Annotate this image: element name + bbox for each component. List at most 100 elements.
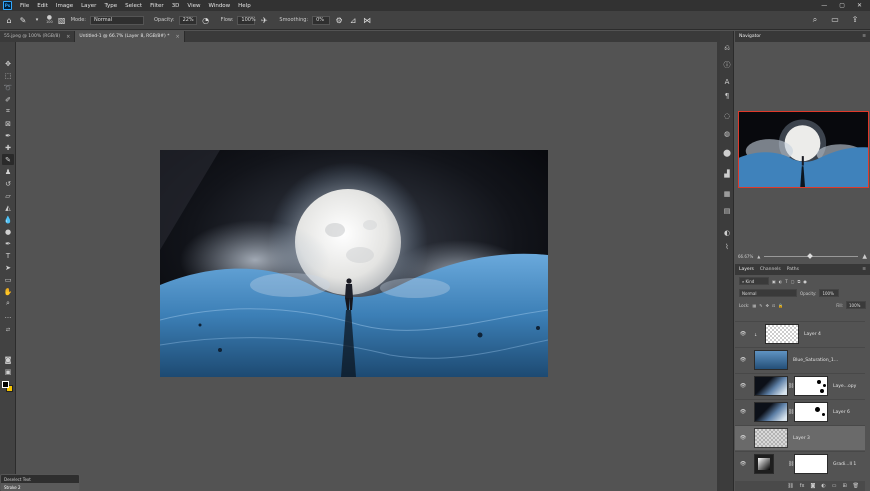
opacity-field[interactable]: 22% bbox=[178, 15, 197, 25]
info-panel-icon[interactable]: ⓘ bbox=[721, 60, 733, 70]
color-panel-icon[interactable]: ◍ bbox=[721, 129, 733, 139]
document-canvas[interactable] bbox=[160, 150, 548, 377]
zoom-in-icon[interactable]: ▲ bbox=[862, 253, 867, 260]
filter-type-icon[interactable]: T bbox=[785, 279, 787, 284]
rectangle-tool-icon[interactable]: ▭ bbox=[2, 274, 14, 285]
layer-opacity-field[interactable]: 100% bbox=[819, 289, 840, 297]
close-icon[interactable]: × bbox=[175, 34, 179, 40]
share-icon[interactable]: ⇪ bbox=[850, 15, 860, 25]
clone-stamp-tool-icon[interactable]: ♟ bbox=[2, 166, 14, 177]
lock-artboard-icon[interactable]: ⊡ bbox=[772, 303, 775, 308]
layer-name[interactable]: Blue_Saturation_1... bbox=[793, 358, 838, 363]
menu-edit[interactable]: Edit bbox=[33, 3, 52, 9]
screen-mode-icon[interactable]: ▣ bbox=[2, 366, 14, 377]
more-tools-icon[interactable]: ··· bbox=[2, 312, 14, 323]
visibility-eye-icon[interactable]: 👁 bbox=[738, 331, 748, 337]
healing-brush-tool-icon[interactable]: ✚ bbox=[2, 142, 14, 153]
layer-name[interactable]: Layer 6 bbox=[833, 410, 850, 415]
maximize-icon[interactable]: ▢ bbox=[839, 2, 845, 9]
layer-mask-thumbnail[interactable] bbox=[794, 376, 828, 396]
lock-all-icon[interactable]: 🔒 bbox=[778, 303, 783, 308]
swatches-panel-icon[interactable]: ⬤ bbox=[721, 148, 733, 158]
history-panel-icon[interactable]: ⎌ bbox=[721, 43, 733, 53]
filter-pixel-icon[interactable]: ▣ bbox=[772, 279, 776, 284]
styles-panel-icon[interactable]: ◐ bbox=[721, 228, 733, 238]
minimize-icon[interactable]: — bbox=[821, 2, 827, 9]
tab-navigator[interactable]: Navigator bbox=[739, 34, 761, 39]
adjustment-layer-icon[interactable]: ◐ bbox=[821, 483, 825, 489]
symmetry-icon[interactable]: ⋈ bbox=[362, 16, 372, 25]
layer-filter-select[interactable]: ⌕ Kind bbox=[739, 277, 769, 285]
mode-select[interactable]: Normal bbox=[90, 15, 144, 25]
move-tool-icon[interactable]: ✥ bbox=[2, 58, 14, 69]
menu-view[interactable]: View bbox=[183, 3, 204, 9]
tab-paths[interactable]: Paths bbox=[787, 267, 799, 272]
crop-tool-icon[interactable]: ⌗ bbox=[2, 106, 14, 117]
history-item[interactable]: Deselect Text bbox=[1, 475, 79, 483]
history-item-selected[interactable]: Stroke 2 bbox=[1, 483, 79, 491]
visibility-eye-icon[interactable]: 👁 bbox=[738, 383, 748, 389]
close-icon[interactable]: × bbox=[66, 34, 70, 40]
adjustments-panel-icon[interactable]: ▤ bbox=[721, 206, 733, 216]
brush-tool-icon[interactable]: ✎ bbox=[2, 154, 14, 165]
dodge-tool-icon[interactable]: ● bbox=[2, 226, 14, 237]
tab-55-jpeg[interactable]: 55.jpeg @ 100% (RGB/8) × bbox=[0, 31, 76, 42]
quick-select-tool-icon[interactable]: ✐ bbox=[2, 94, 14, 105]
layer-row[interactable]: 👁 Blue_Saturation_1... bbox=[735, 347, 865, 372]
link-layers-icon[interactable]: ⛓ bbox=[787, 483, 793, 489]
canvas-area[interactable] bbox=[17, 42, 717, 491]
home-icon[interactable]: ⌂ bbox=[4, 16, 14, 25]
layer-row[interactable]: 👁 ⛓ Laye...opy bbox=[735, 373, 865, 398]
type-tool-icon[interactable]: T bbox=[2, 250, 14, 261]
character-panel-icon[interactable]: A bbox=[721, 77, 733, 87]
flow-field[interactable]: 100% bbox=[237, 15, 256, 25]
paragraph-panel-icon[interactable]: ¶ bbox=[721, 91, 733, 101]
filter-shape-icon[interactable]: ▢ bbox=[791, 279, 795, 284]
menu-select[interactable]: Select bbox=[121, 3, 146, 9]
airbrush-icon[interactable]: ✈ bbox=[259, 16, 269, 25]
tab-untitled-1[interactable]: Untitled-1 @ 66.7% (Layer 8, RGB/8#) * × bbox=[75, 31, 185, 42]
visibility-eye-icon[interactable]: 👁 bbox=[738, 435, 748, 441]
paint-bucket-tool-icon[interactable]: ◭ bbox=[2, 202, 14, 213]
close-icon[interactable]: ✕ bbox=[857, 2, 862, 9]
menu-filter[interactable]: Filter bbox=[146, 3, 168, 9]
zoom-out-icon[interactable]: ▲ bbox=[757, 254, 760, 259]
lock-transparent-icon[interactable]: ▦ bbox=[752, 303, 756, 308]
foreground-color-swatch[interactable] bbox=[2, 381, 9, 388]
layer-name[interactable]: Laye...opy bbox=[833, 384, 856, 389]
menu-help[interactable]: Help bbox=[234, 3, 255, 9]
layer-name[interactable]: Gradi...ll 1 bbox=[833, 462, 856, 467]
layer-style-icon[interactable]: fx bbox=[800, 483, 805, 489]
swap-colors-icon[interactable]: ⇄ bbox=[2, 324, 14, 335]
new-group-icon[interactable]: ▭ bbox=[832, 483, 837, 489]
fill-field[interactable]: 100% bbox=[846, 301, 866, 309]
brush-size-preview[interactable]: ● 100 bbox=[46, 15, 53, 25]
add-mask-icon[interactable]: ◙ bbox=[810, 483, 815, 489]
blend-mode-select[interactable]: Normal bbox=[739, 289, 797, 297]
layer-name[interactable]: Layer 3 bbox=[793, 436, 810, 441]
path-selection-tool-icon[interactable]: ➤ bbox=[2, 262, 14, 273]
zoom-tool-icon[interactable]: ⌕ bbox=[2, 298, 14, 309]
angle-icon[interactable]: ⊿ bbox=[348, 16, 358, 25]
gear-icon[interactable]: ⚙ bbox=[334, 16, 344, 25]
zoom-slider[interactable] bbox=[764, 252, 859, 259]
lock-position-icon[interactable]: ✥ bbox=[766, 303, 769, 308]
light-panel-icon[interactable]: ◌ bbox=[721, 111, 733, 121]
history-brush-tool-icon[interactable]: ↺ bbox=[2, 178, 14, 189]
filter-toggle-icon[interactable]: ● bbox=[803, 279, 807, 284]
menu-window[interactable]: Window bbox=[204, 3, 234, 9]
smoothing-field[interactable]: 0% bbox=[312, 15, 331, 25]
frame-tool-icon[interactable]: ⊠ bbox=[2, 118, 14, 129]
filter-smart-object-icon[interactable]: ⧉ bbox=[798, 279, 801, 284]
visibility-eye-icon[interactable]: 👁 bbox=[738, 357, 748, 363]
pressure-opacity-icon[interactable]: ◔ bbox=[201, 16, 211, 25]
workspace-icon[interactable]: ▭ bbox=[830, 15, 840, 25]
eyedropper-tool-icon[interactable]: ✒ bbox=[2, 130, 14, 141]
layer-name[interactable]: Layer 4 bbox=[804, 332, 821, 337]
filter-adjustment-icon[interactable]: ◐ bbox=[779, 279, 783, 284]
paths-panel-icon[interactable]: ⌇ bbox=[721, 242, 733, 252]
layer-row[interactable]: 👁 ⛓ Gradi...ll 1 bbox=[735, 451, 865, 476]
brush-tool-icon[interactable]: ✎ bbox=[18, 16, 28, 25]
zoom-slider-handle[interactable] bbox=[806, 252, 813, 259]
zoom-value[interactable]: 66.67% bbox=[738, 254, 753, 259]
